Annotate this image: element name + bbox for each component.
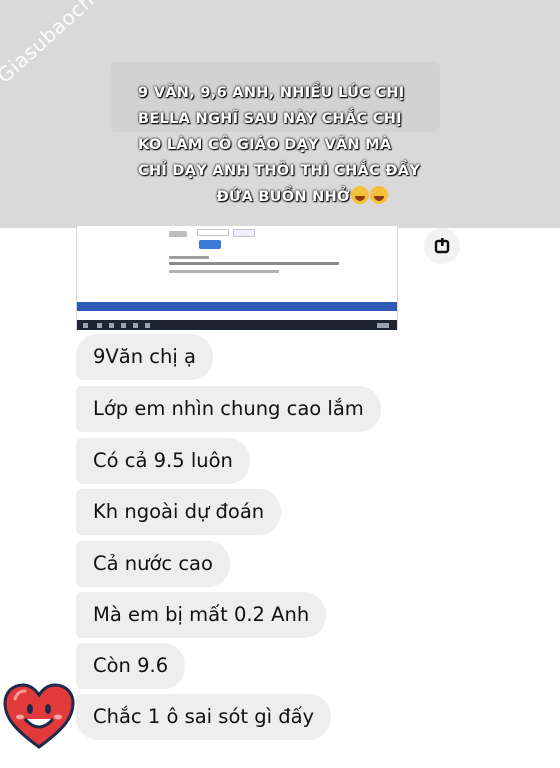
taskbar-icon xyxy=(133,323,138,328)
taskbar-icon xyxy=(121,323,126,328)
clock-icon xyxy=(377,323,389,328)
taskbar-icon xyxy=(97,323,102,328)
message-bubble[interactable]: Kh ngoài dự đoán xyxy=(76,489,282,535)
shared-webpage-screenshot[interactable] xyxy=(76,226,398,330)
form-label xyxy=(169,231,187,237)
message-bubble[interactable]: Có cả 9.5 luôn xyxy=(76,438,250,484)
footer-bar xyxy=(77,302,397,311)
caption-line-4: CHỈ DẠY ANH THÔI THÌ CHẮC ĐẦY xyxy=(138,163,421,179)
power-icon[interactable] xyxy=(424,228,460,264)
story-caption: 9 VĂN, 9,6 ANH, NHIỀU LÚC CHỊ BELLA NGHĨ… xyxy=(138,80,421,210)
taskbar-icon xyxy=(145,323,150,328)
message-bubble[interactable]: Mà em bị mất 0.2 Anh xyxy=(76,592,327,638)
result-line xyxy=(169,270,279,273)
result-line xyxy=(169,262,339,265)
taskbar-icon xyxy=(109,323,114,328)
submit-button-thumbnail xyxy=(199,240,221,249)
smiling-heart-icon xyxy=(3,683,75,749)
laughing-face-icon xyxy=(351,186,369,204)
result-line xyxy=(169,256,209,259)
caption-line-1: 9 VĂN, 9,6 ANH, NHIỀU LÚC CHỊ xyxy=(138,85,405,101)
message-bubble[interactable]: 9Văn chị ạ xyxy=(76,334,213,380)
caption-line-5-text: ĐỨA BUỒN NHỞ xyxy=(216,189,350,205)
power-icon-glyph xyxy=(434,238,450,254)
caption-line-3: KO LÀM CÔ GIÁO DẠY VĂN MÀ xyxy=(138,137,392,153)
message-bubble[interactable]: Chắc 1 ô sai sót gì đấy xyxy=(76,694,332,740)
caption-line-2: BELLA NGHĨ SAU NÀY CHẮC CHỊ xyxy=(138,111,402,127)
form-input xyxy=(197,229,229,236)
message-bubble[interactable]: Lớp em nhìn chung cao lắm xyxy=(76,386,381,432)
laughing-face-icon xyxy=(370,186,388,204)
start-icon xyxy=(83,323,88,328)
message-bubble[interactable]: Cả nước cao xyxy=(76,541,230,587)
captcha-image xyxy=(233,229,255,237)
caption-line-5: ĐỨA BUỒN NHỞ xyxy=(138,184,388,210)
message-bubble[interactable]: Còn 9.6 xyxy=(76,643,186,689)
